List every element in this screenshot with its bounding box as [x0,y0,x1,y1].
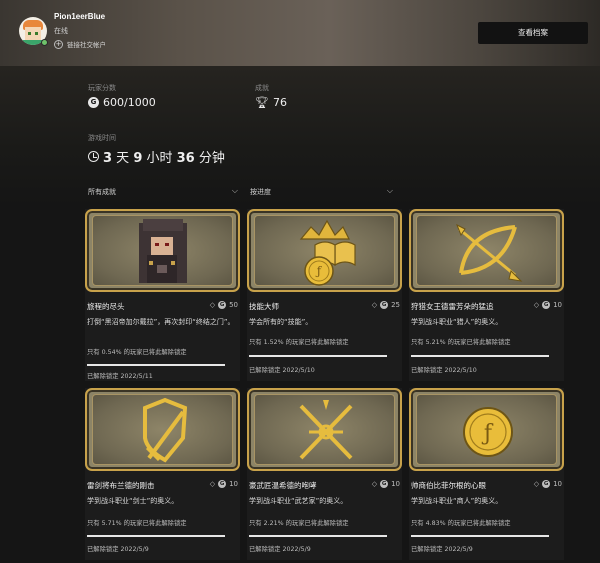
diamond-icon: ◇ [533,480,540,488]
achievement-description: 学到战斗职业“猎人”的奥义。 [411,318,503,326]
unlock-date: 已解除锁定 2022/5/10 [411,367,477,374]
achievement-description: 打倒“黑沼帝加尔戴拉”，再次封印“终结之门”。 [87,318,235,326]
achievement-art: ƒ [409,388,564,471]
achievement-title: 帅商伯比菲尔根的心眼 [411,481,486,490]
sword-and-shield-icon [143,397,188,463]
presence-status: 在线 [54,27,68,35]
achievement-rarity: 只有 2.21% 的玩家已将此解除锁定 [249,520,349,527]
achievement-card[interactable]: 狩猎女王德雷芳朵的猛追 ◇ G 10 学到战斗职业“猎人”的奥义。 只有 5.2… [409,209,564,381]
achievement-title: 雷剑将布兰德的刚击 [87,481,155,490]
diamond-icon: ◇ [371,480,378,488]
achievement-card[interactable]: ƒ 帅商伯比菲尔根的心眼 ◇ G 10 学到战斗职业“商人”的奥义。 只有 4.… [409,388,564,560]
achievement-rarity: 只有 1.52% 的玩家已将此解除锁定 [249,339,349,346]
achievement-score: ◇ G 10 [533,301,562,309]
achievement-card[interactable]: 雷剑将布兰德的刚击 ◇ G 10 学到战斗职业“剑士”的奥义。 只有 5.71%… [85,388,240,560]
character-portrait-icon [139,219,187,283]
bow-and-arrow-icon [456,223,523,282]
gold-coin-icon: ƒ [463,407,513,457]
achievement-score: ◇ G 10 [533,480,562,488]
achievement-art: ƒ [247,209,402,292]
gamerscore-icon: G [218,301,227,309]
link-social-button[interactable]: + 链接社交帐户 [54,39,106,49]
achievement-card[interactable]: 旅程的尽头 ◇ G 50 打倒“黑沼帝加尔戴拉”，再次封印“终结之门”。 只有 … [85,209,240,381]
achievements-value: 76 [272,96,287,109]
unlock-date: 已解除锁定 2022/5/9 [411,546,473,553]
achievements-label: 成就 [255,84,269,92]
gamerscore: G 600/1000 [88,96,156,109]
trophy-icon: 🏆︎ [255,96,269,109]
achievement-scope-label: 所有成就 [88,188,116,196]
unlock-date: 已解除锁定 2022/5/10 [249,367,315,374]
gamerscore-label: 玩家分数 [88,84,116,92]
chevron-down-icon: ⌵ [231,186,238,195]
playtime-label: 游戏时间 [88,134,116,142]
achievement-description: 学到战斗职业“剑士”的奥义。 [87,497,179,505]
sort-label: 按进度 [250,188,271,196]
achievement-rarity: 只有 4.83% 的玩家已将此解除锁定 [411,520,511,527]
gamerscore-icon: G [542,301,551,309]
gamertag[interactable]: Pion1eerBlue [54,12,105,21]
achievement-description: 学到战斗职业“商人”的奥义。 [411,497,503,505]
achievement-score: ◇ G 10 [209,480,238,488]
achievement-art [247,388,402,471]
progress-bar [411,535,549,537]
unlock-date: 已解除锁定 2022/5/9 [87,546,149,553]
clock-icon [88,151,99,162]
playtime-value: 3 天 9 小时 36 分钟 [103,151,225,166]
progress-bar [87,535,225,537]
achievement-score: ◇ G 25 [371,301,400,309]
diamond-icon: ◇ [209,480,216,488]
achievement-art [85,388,240,471]
unlock-date: 已解除锁定 2022/5/9 [249,546,311,553]
gamerscore-icon: G [380,301,389,309]
gamerscore-icon: G [218,480,227,488]
progress-bar [249,535,387,537]
achievement-card[interactable]: ƒ 技能大师 ◇ G 25 学会所有的“技能”。 只有 1.52% 的玩家已将此… [247,209,402,381]
achievement-title: 旅程的尽头 [87,302,125,311]
achievement-art [85,209,240,292]
sort-dropdown[interactable]: 按进度 ⌵ [250,186,393,197]
achievement-score: ◇ G 10 [371,480,400,488]
progress-bar [87,364,225,366]
achievement-description: 学到战斗职业“武艺家”的奥义。 [249,497,348,505]
achievements-count: 🏆︎ 76 [255,96,287,109]
progress-bar [411,355,549,357]
achievement-art [409,209,564,292]
achievement-title: 技能大师 [249,302,279,311]
progress-bar [249,355,387,357]
gamerscore-icon: G [542,480,551,488]
playtime: 3 天 9 小时 36 分钟 [88,147,225,166]
diamond-icon: ◇ [533,301,540,309]
crown-coin-book-icon: ƒ [299,219,356,286]
gamerscore-value: 600/1000 [103,96,156,109]
chevron-down-icon: ⌵ [386,186,393,195]
achievement-rarity: 只有 5.21% 的玩家已将此解除锁定 [411,339,511,346]
achievement-scope-dropdown[interactable]: 所有成就 ⌵ [88,186,238,197]
gamerscore-icon: G [88,97,99,108]
unlock-date: 已解除锁定 2022/5/11 [87,373,153,380]
view-profile-button[interactable]: 查看档案 [478,22,588,44]
gamerscore-icon: G [380,480,389,488]
achievement-title: 狩猎女王德雷芳朵的猛追 [411,302,494,311]
achievement-rarity: 只有 0.54% 的玩家已将此解除锁定 [87,349,187,356]
achievement-title: 豪武匠温希德的咆哮 [249,481,317,490]
presence-icon [41,39,48,46]
achievement-card[interactable]: 豪武匠温希德的咆哮 ◇ G 10 学到战斗职业“武艺家”的奥义。 只有 2.21… [247,388,402,560]
diamond-icon: ◇ [371,301,378,309]
crossed-weapons-icon [299,400,353,460]
plus-icon: + [54,39,63,49]
achievement-score: ◇ G 50 [209,301,238,309]
diamond-icon: ◇ [209,301,216,309]
link-social-label: 链接社交帐户 [67,41,106,49]
achievement-description: 学会所有的“技能”。 [249,318,313,326]
achievement-rarity: 只有 5.71% 的玩家已将此解除锁定 [87,520,187,527]
